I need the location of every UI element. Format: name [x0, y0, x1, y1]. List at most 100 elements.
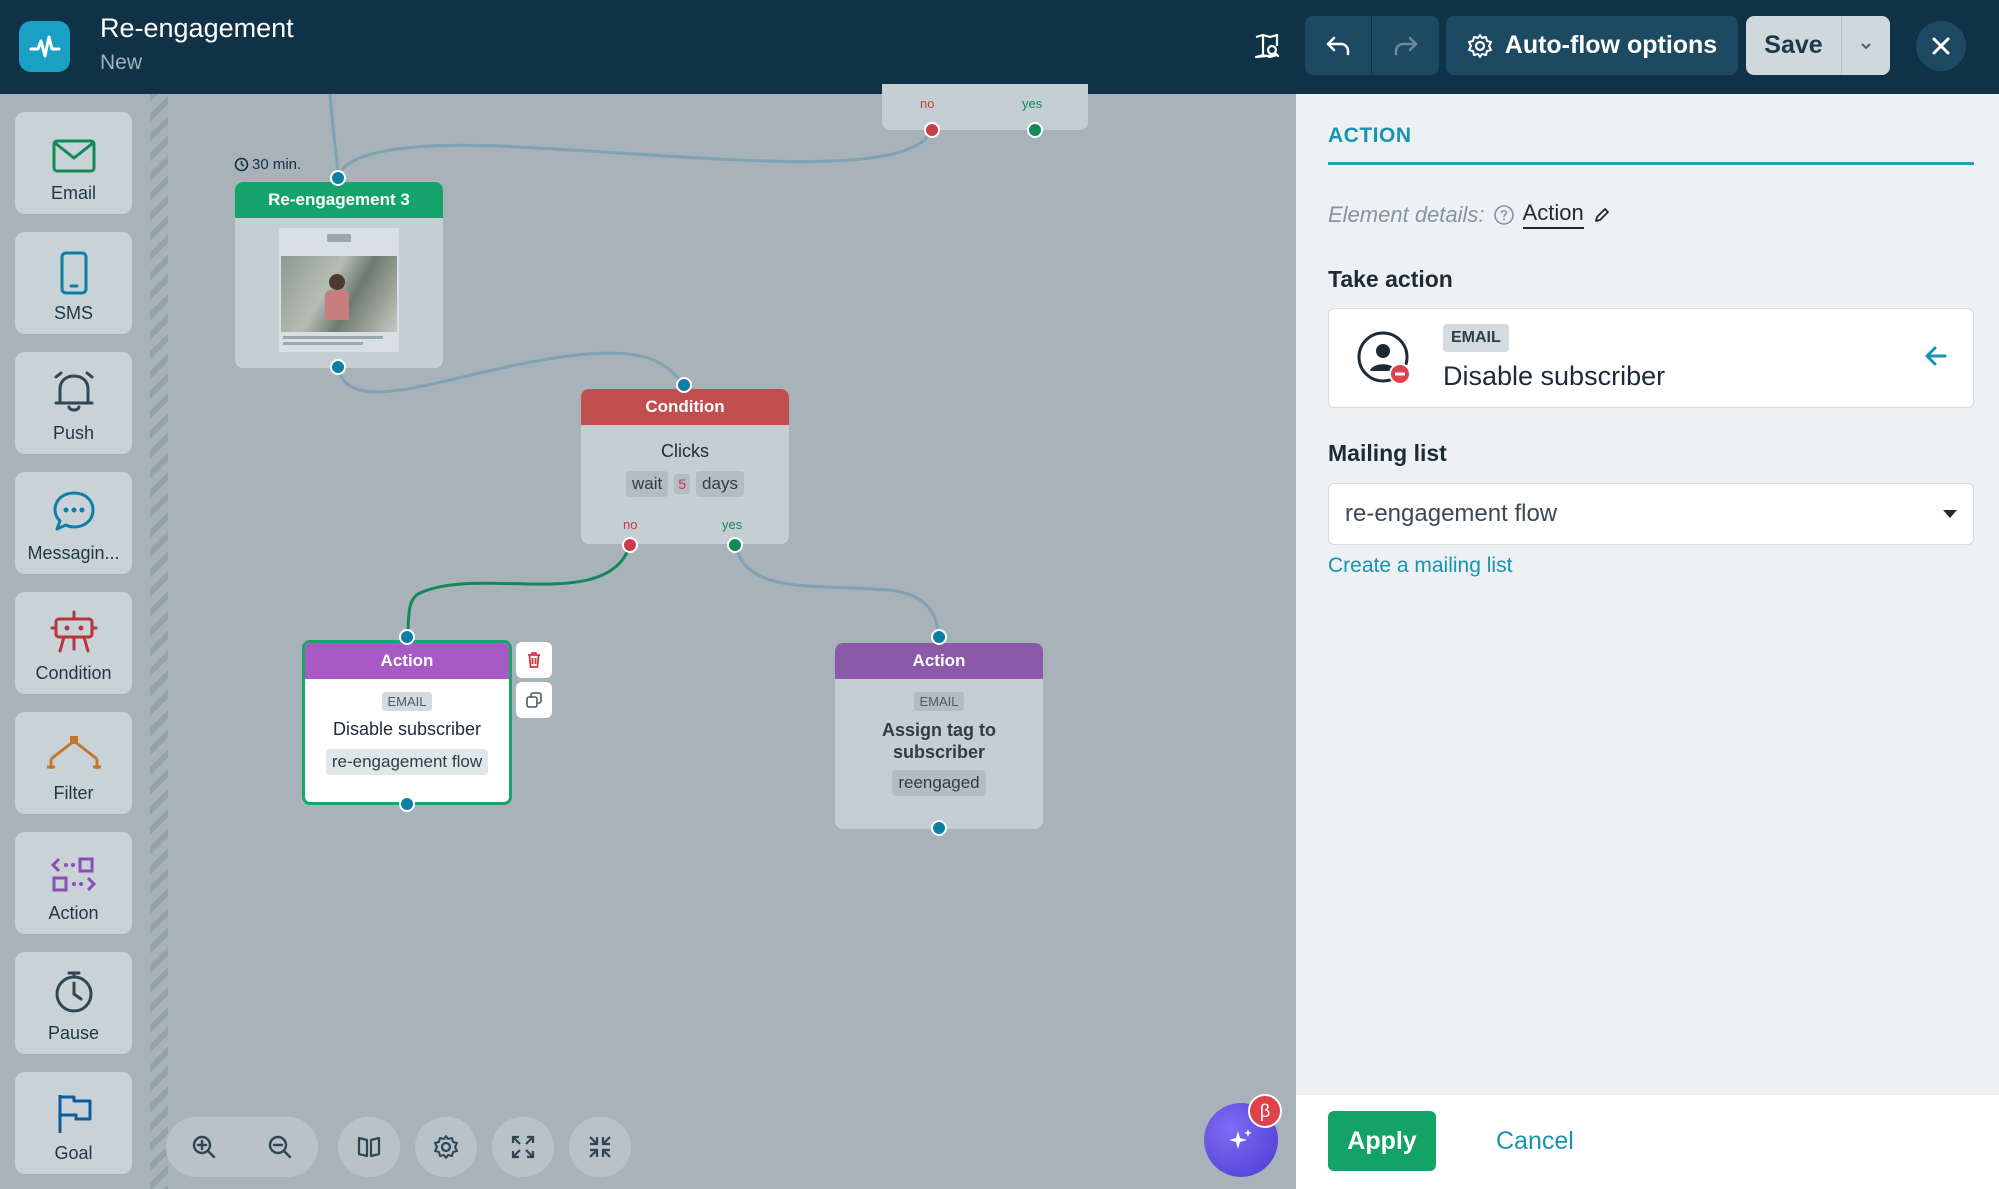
- condition-node[interactable]: Condition Clicks wait 5 days no yes: [581, 389, 789, 544]
- condition-in-port[interactable]: [676, 377, 692, 393]
- undo-icon: [1326, 36, 1350, 55]
- action-node-value-row: reengaged: [835, 770, 1043, 796]
- zoom-out-button[interactable]: [242, 1117, 318, 1177]
- bell-icon: [54, 371, 93, 412]
- wait-value: 5: [674, 474, 691, 494]
- email-node-in-port[interactable]: [330, 170, 346, 186]
- create-mailing-list-link[interactable]: Create a mailing list: [1328, 554, 1512, 578]
- zoom-in-icon: [192, 1135, 216, 1159]
- element-details-label: Element details:: [1328, 201, 1485, 227]
- palette-item-email[interactable]: Email: [15, 112, 132, 214]
- undo-redo-group: [1305, 16, 1439, 75]
- help-icon[interactable]: [1493, 204, 1515, 226]
- palette-divider: [150, 94, 168, 1189]
- auto-flow-options-label: Auto-flow options: [1504, 31, 1718, 59]
- mailing-list-select[interactable]: re-engagement flow: [1328, 483, 1974, 545]
- chevron-down-icon: [1861, 42, 1871, 49]
- action-node-disable-subscriber[interactable]: Action EMAIL Disable subscriber re-engag…: [302, 640, 512, 805]
- palette-item-push[interactable]: Push: [15, 352, 132, 454]
- save-button-group: Save: [1746, 16, 1890, 75]
- selected-action-card[interactable]: EMAIL Disable subscriber: [1328, 308, 1974, 408]
- no-branch-port[interactable]: [924, 122, 940, 138]
- palette-item-label: Action: [48, 903, 99, 923]
- map-view-button[interactable]: [338, 1117, 400, 1177]
- cancel-button[interactable]: Cancel: [1496, 1111, 1574, 1171]
- palette-item-label: Pause: [47, 1023, 100, 1043]
- disable-user-icon: [1355, 329, 1415, 394]
- pencil-icon[interactable]: [1592, 205, 1612, 225]
- email-node-out-port[interactable]: [330, 359, 346, 375]
- map-search-button[interactable]: [1238, 16, 1296, 75]
- wait-unit: days: [696, 471, 744, 497]
- palette-item-sms[interactable]: SMS: [15, 232, 132, 334]
- mailing-list-title: Mailing list: [1328, 440, 1447, 466]
- collapse-button[interactable]: [569, 1117, 631, 1177]
- gear-icon: [1467, 33, 1492, 58]
- undo-button[interactable]: [1305, 16, 1372, 75]
- action-name: Disable subscriber: [1443, 361, 1666, 391]
- condition-no-port[interactable]: [622, 537, 638, 553]
- save-button[interactable]: Save: [1746, 16, 1842, 75]
- delete-node-button[interactable]: [516, 642, 552, 678]
- expand-icon: [511, 1135, 535, 1159]
- flow-title[interactable]: Re-engagement: [100, 13, 294, 44]
- email-badge: EMAIL: [382, 692, 432, 711]
- action-right-out-port[interactable]: [931, 820, 947, 836]
- action-left-in-port[interactable]: [399, 629, 415, 645]
- delay-value: 30 min.: [252, 156, 302, 173]
- collapse-control: [569, 1117, 631, 1177]
- flag-icon: [58, 1095, 91, 1133]
- action-node-assign-tag[interactable]: Action EMAIL Assign tag to subscriber re…: [835, 643, 1043, 829]
- condition-yes-port[interactable]: [727, 537, 743, 553]
- beta-badge: β: [1248, 1094, 1282, 1128]
- trash-icon: [528, 652, 540, 668]
- palette-item-condition[interactable]: Condition: [15, 592, 132, 694]
- yes-branch-label: yes: [722, 517, 743, 532]
- action-left-out-port[interactable]: [399, 796, 415, 812]
- auto-flow-options-button[interactable]: Auto-flow options: [1446, 16, 1738, 75]
- palette-item-messaging[interactable]: Messagin...: [15, 472, 132, 574]
- yes-branch-port[interactable]: [1027, 122, 1043, 138]
- duplicate-node-button[interactable]: [516, 682, 552, 718]
- palette-item-pause[interactable]: Pause: [15, 952, 132, 1054]
- panel-heading: ACTION: [1328, 124, 1412, 147]
- sparkles-icon: [1229, 1129, 1252, 1149]
- save-options-dropdown[interactable]: [1842, 16, 1890, 75]
- email-node-title: Re-engagement 3: [235, 182, 443, 218]
- palette-item-label: Push: [52, 423, 95, 443]
- apply-button[interactable]: Apply: [1328, 1111, 1436, 1171]
- action-node-name: Disable subscriber: [332, 719, 482, 739]
- map-search-icon: [1254, 33, 1280, 58]
- canvas-settings-button[interactable]: [415, 1117, 477, 1177]
- action-node-title: Action: [305, 643, 509, 679]
- email-node[interactable]: Re-engagement 3: [235, 182, 443, 368]
- palette-item-goal[interactable]: Goal: [15, 1072, 132, 1174]
- mailing-list-value: re-engagement flow: [1345, 500, 1558, 527]
- close-button[interactable]: [1916, 21, 1966, 71]
- palette-item-label: Email: [50, 183, 96, 203]
- phone-icon: [60, 251, 87, 295]
- palette-item-label: Goal: [54, 1143, 93, 1163]
- delay-label: 30 min.: [234, 156, 301, 173]
- email-preview-thumbnail: [279, 228, 399, 352]
- action-settings-panel: ACTION Element details: Action Take acti…: [1296, 94, 1999, 1189]
- yes-branch-label: yes: [1022, 96, 1043, 111]
- action-node-title: Action: [835, 643, 1043, 679]
- element-name[interactable]: Action: [1522, 200, 1584, 229]
- condition-wait: wait 5 days: [581, 471, 789, 497]
- palette-item-filter[interactable]: Filter: [15, 712, 132, 814]
- fit-to-screen-button[interactable]: [492, 1117, 554, 1177]
- wait-label: wait: [626, 471, 669, 497]
- redo-button[interactable]: [1372, 16, 1439, 75]
- zoom-out-icon: [268, 1135, 292, 1159]
- gear-icon: [434, 1135, 458, 1159]
- top-condition-node[interactable]: no yes: [882, 84, 1088, 130]
- arrow-left-icon[interactable]: [1923, 343, 1949, 369]
- zoom-in-button[interactable]: [166, 1117, 242, 1177]
- palette-item-action[interactable]: Action: [15, 832, 132, 934]
- flow-canvas[interactable]: no yes 30 min. Re-engagement 3 Condition…: [168, 84, 1296, 1189]
- action-node-badge-row: EMAIL: [305, 692, 509, 711]
- filter-icon: [46, 736, 101, 769]
- chat-bubble-icon: [53, 491, 94, 531]
- action-right-in-port[interactable]: [931, 629, 947, 645]
